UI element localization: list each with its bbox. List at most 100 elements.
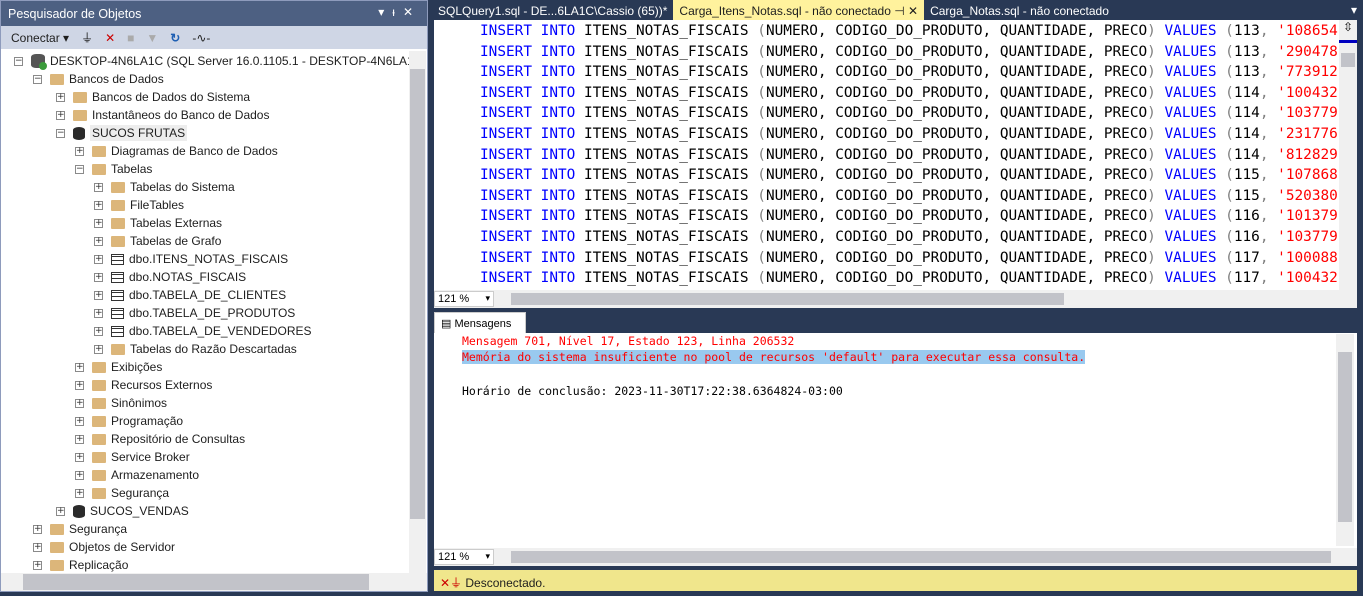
collapse-icon[interactable]: − (75, 164, 84, 174)
expand-icon[interactable]: + (56, 506, 65, 516)
scroll-thumb[interactable] (1341, 53, 1355, 67)
tree-node[interactable]: + Service Broker (75, 448, 190, 466)
disconnect-icon[interactable]: ✕ (105, 31, 115, 45)
tree-node[interactable]: + Exibições (75, 358, 162, 376)
expand-icon[interactable]: + (75, 380, 84, 390)
code-token: '103779 (1277, 229, 1338, 245)
tree-node[interactable]: + Tabelas de Grafo (94, 232, 221, 250)
scroll-thumb[interactable] (1338, 352, 1352, 522)
tree-node[interactable]: + Diagramas de Banco de Dados (75, 142, 278, 160)
expand-icon[interactable]: + (94, 272, 103, 282)
expand-icon[interactable]: + (94, 344, 103, 354)
tab-sqlquery1[interactable]: SQLQuery1.sql - DE...6LA1C\Cassio (65))* (432, 0, 673, 20)
tree-node[interactable]: + Segurança (33, 520, 127, 538)
tree-node[interactable]: + Instantâneos do Banco de Dados (56, 106, 269, 124)
tree-node[interactable]: + dbo.TABELA_DE_PRODUTOS (94, 304, 295, 322)
close-icon[interactable]: ✕ (403, 5, 421, 19)
tree-node[interactable]: + dbo.ITENS_NOTAS_FISCAIS (94, 250, 288, 268)
tree-node[interactable]: − Tabelas (75, 160, 152, 178)
tree-node[interactable]: + dbo.NOTAS_FISCAIS (94, 268, 246, 286)
expand-icon[interactable]: + (94, 218, 103, 228)
expand-icon[interactable]: + (75, 488, 84, 498)
tree-vertical-scrollbar[interactable] (409, 51, 426, 573)
expand-icon[interactable]: + (33, 542, 42, 552)
expand-icon[interactable]: + (94, 290, 103, 300)
expand-icon[interactable]: + (33, 560, 42, 570)
stop-icon[interactable]: ■ (127, 31, 134, 45)
expand-icon[interactable]: + (75, 362, 84, 372)
tree-node[interactable]: − SUCOS FRUTAS (56, 124, 188, 142)
object-explorer-toolbar: Conectar ▾ ⏚ ✕ ■ ▼ ↻ -∿- (1, 26, 427, 49)
pin-icon[interactable]: ⊣ (894, 4, 904, 18)
tree-node[interactable]: + FileTables (94, 196, 184, 214)
connect-button[interactable]: Conectar ▾ (11, 31, 69, 45)
tree-node[interactable]: − Bancos de Dados (33, 70, 164, 88)
scroll-thumb[interactable] (410, 69, 425, 519)
query-editor[interactable]: INSERT INTO ITENS_NOTAS_FISCAIS (NUMERO,… (434, 20, 1339, 290)
expand-icon[interactable]: + (94, 326, 103, 336)
expand-icon[interactable]: + (75, 452, 84, 462)
expand-icon[interactable]: + (94, 254, 103, 264)
collapse-icon[interactable]: − (14, 56, 23, 66)
folder-icon (111, 235, 125, 247)
tree-node[interactable]: + Tabelas do Razão Descartadas (94, 340, 297, 358)
editor-horizontal-scroll-thumb[interactable] (511, 293, 1064, 305)
expand-icon[interactable]: + (94, 200, 103, 210)
expand-icon[interactable]: + (75, 434, 84, 444)
close-icon[interactable]: ✕ (908, 4, 918, 18)
code-token: , (1259, 229, 1278, 245)
folder-icon (92, 451, 106, 463)
tree-node[interactable]: + SUCOS_VENDAS (56, 502, 189, 520)
expand-icon[interactable]: + (75, 146, 84, 156)
tree-node[interactable]: − DESKTOP-4N6LA1C (SQL Server 16.0.1105.1… (14, 52, 409, 70)
tree-node[interactable]: + Armazenamento (75, 466, 199, 484)
activity-monitor-icon[interactable]: -∿- (192, 31, 210, 45)
tree-node[interactable]: + Objetos de Servidor (33, 538, 175, 556)
tab-carga-notas[interactable]: Carga_Notas.sql - não conectado (924, 0, 1115, 20)
tree-horizontal-scrollbar[interactable] (1, 573, 427, 591)
editor-zoom-select[interactable]: 121 % (434, 291, 494, 307)
editor-vertical-scrollbar[interactable]: ⇳ (1339, 20, 1357, 290)
collapse-icon[interactable]: − (33, 74, 42, 84)
expand-icon[interactable]: + (94, 182, 103, 192)
tree-node[interactable]: + Sinônimos (75, 394, 167, 412)
tree-node[interactable]: + Tabelas Externas (94, 214, 222, 232)
code-token: ( (757, 167, 766, 184)
tree-node[interactable]: + dbo.TABELA_DE_CLIENTES (94, 286, 286, 304)
code-token: , (1259, 23, 1278, 39)
tree-node-label: Armazenamento (111, 468, 200, 482)
expand-icon[interactable]: + (75, 470, 84, 480)
expand-icon[interactable]: + (33, 524, 42, 534)
messages-vertical-scrollbar[interactable] (1336, 334, 1354, 546)
refresh-icon[interactable]: ↻ (170, 31, 180, 45)
messages-zoom-select[interactable]: 121 % (434, 549, 494, 565)
tree-node[interactable]: + Tabelas do Sistema (94, 178, 235, 196)
messages-pane[interactable]: Mensagem 701, Nível 17, Estado 123, Linh… (434, 333, 1357, 548)
expand-icon[interactable]: + (94, 236, 103, 246)
expand-icon[interactable]: + (75, 398, 84, 408)
split-icon[interactable]: ⇳ (1339, 20, 1357, 38)
dropdown-icon[interactable]: ▾ (378, 5, 392, 19)
expand-icon[interactable]: + (56, 110, 65, 120)
messages-horizontal-scroll-thumb[interactable] (511, 551, 1331, 563)
expand-icon[interactable]: + (75, 416, 84, 426)
tab-messages[interactable]: ▤ Mensagens (434, 312, 526, 334)
tree-node[interactable]: + Programação (75, 412, 183, 430)
tree-node[interactable]: + Bancos de Dados do Sistema (56, 88, 250, 106)
scroll-thumb[interactable] (23, 574, 369, 590)
tab-overflow-icon[interactable]: ▾ (1345, 0, 1363, 20)
tree-node[interactable]: + dbo.TABELA_DE_VENDEDORES (94, 322, 312, 340)
expand-icon[interactable]: + (56, 92, 65, 102)
collapse-icon[interactable]: − (56, 128, 65, 138)
tree-node[interactable]: + Recursos Externos (75, 376, 212, 394)
filter-icon[interactable]: ▼ (146, 31, 158, 45)
expand-icon[interactable]: + (94, 308, 103, 318)
tree-node[interactable]: + Repositório de Consultas (75, 430, 245, 448)
tree-node[interactable]: + Replicação (33, 556, 128, 573)
pin-icon[interactable]: ᵼ (392, 5, 403, 19)
connect-plug-icon[interactable]: ⏚ (81, 29, 93, 46)
tab-carga-itens-notas[interactable]: Carga_Itens_Notas.sql - não conectado ⊣ … (673, 0, 925, 20)
code-token: ( (757, 208, 766, 225)
tree-node[interactable]: + Segurança (75, 484, 169, 502)
